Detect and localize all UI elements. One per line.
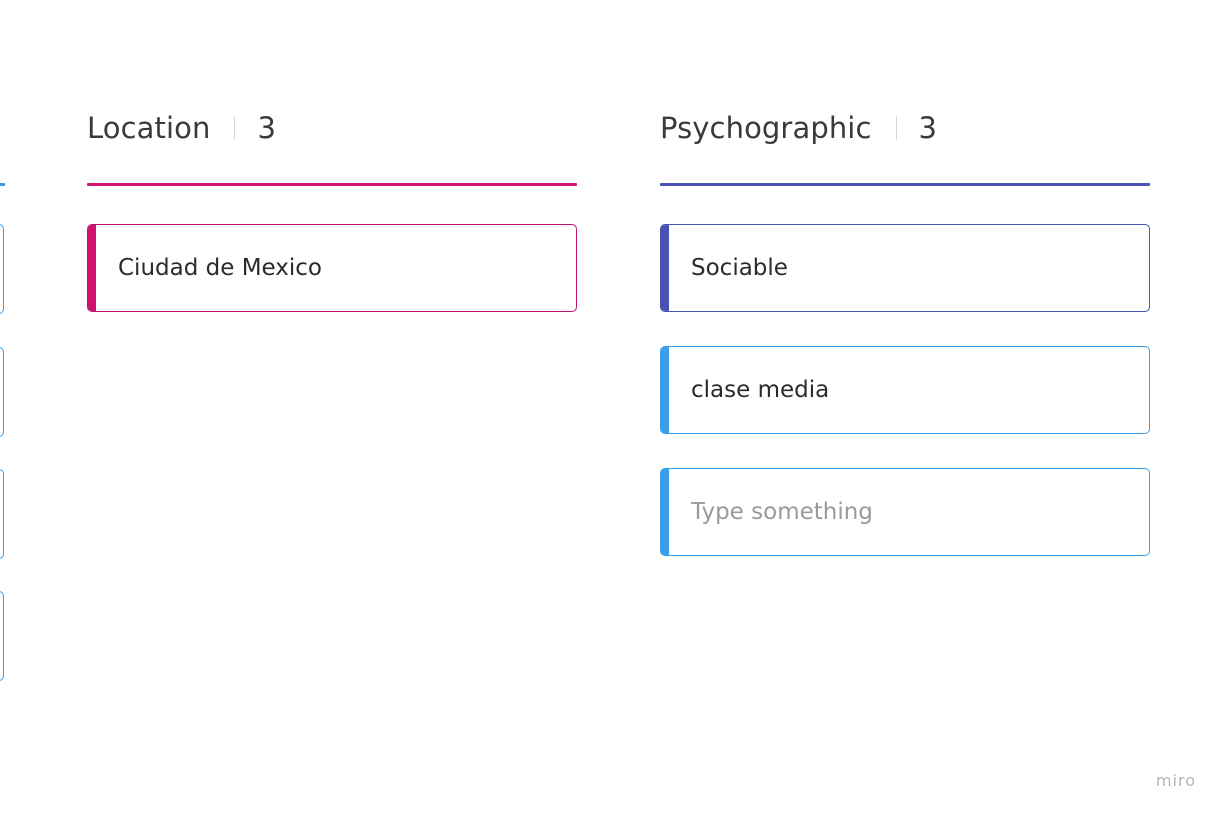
psychographic-card[interactable]: Sociable [660, 224, 1150, 312]
location-count: 3 [257, 111, 277, 145]
previous-column-card[interactable] [0, 469, 4, 559]
card-text[interactable]: clase media [691, 347, 829, 433]
psychographic-header: Psychographic 3 [660, 108, 937, 148]
previous-column-card[interactable] [0, 347, 4, 437]
location-header: Location 3 [87, 108, 276, 148]
card-text[interactable]: Sociable [691, 225, 788, 311]
card-color-bar [661, 469, 669, 555]
new-card-placeholder[interactable]: Type something [691, 469, 873, 555]
card-color-bar [661, 347, 669, 433]
psychographic-rule [660, 183, 1150, 186]
location-rule [87, 183, 577, 186]
previous-column-card[interactable] [0, 591, 4, 681]
psychographic-title: Psychographic [660, 111, 872, 145]
card-color-bar [661, 225, 669, 311]
previous-column-rule [0, 183, 5, 186]
miro-watermark: miro [1155, 771, 1196, 790]
card-color-bar [88, 225, 96, 311]
new-card-input[interactable]: Type something [660, 468, 1150, 556]
location-title: Location [87, 111, 211, 145]
location-card[interactable]: Ciudad de Mexico [87, 224, 577, 312]
header-separator [234, 116, 236, 140]
psychographic-card[interactable]: clase media [660, 346, 1150, 434]
previous-column-card[interactable] [0, 224, 4, 314]
psychographic-count: 3 [918, 111, 938, 145]
card-text[interactable]: Ciudad de Mexico [118, 225, 322, 311]
header-separator [895, 116, 897, 140]
